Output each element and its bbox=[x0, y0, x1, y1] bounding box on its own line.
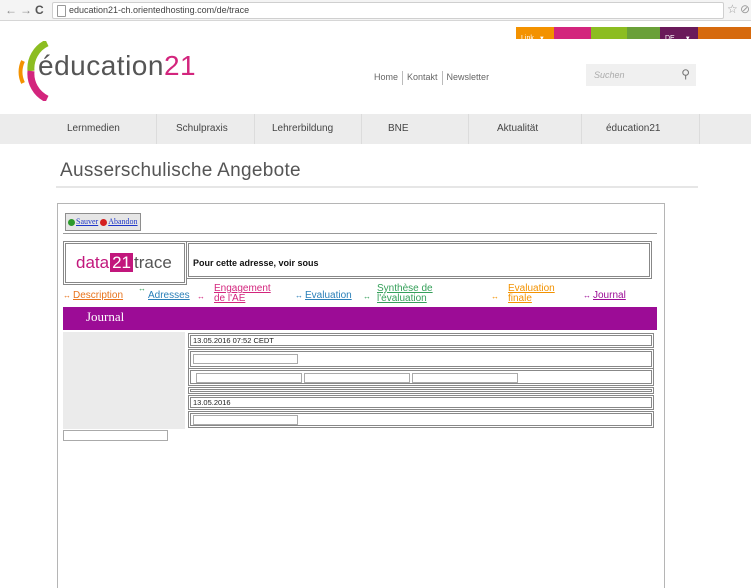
double-arrow-icon: ↔ bbox=[491, 292, 499, 301]
nav-kontakt[interactable]: Kontakt bbox=[403, 72, 442, 82]
menu-item-aktualitaet[interactable]: Aktualität bbox=[497, 123, 538, 134]
data21-logo-box: data 21 trace bbox=[63, 241, 187, 285]
input-row bbox=[188, 349, 654, 369]
menu-icon[interactable]: ⊘ bbox=[740, 2, 750, 16]
browser-toolbar: ← → C education21-ch.orientedhosting.com… bbox=[0, 0, 751, 21]
page-icon bbox=[57, 5, 66, 17]
trace-frame: Sauver Abandon data 21 trace Pour cette ad… bbox=[57, 203, 665, 588]
double-arrow-icon: ↔ bbox=[363, 292, 371, 301]
double-arrow-icon: ↔ bbox=[295, 291, 303, 300]
save-button[interactable]: Sauver bbox=[68, 215, 98, 229]
text-field[interactable] bbox=[196, 373, 302, 383]
tab-adresses[interactable]: ↔Adresses bbox=[138, 284, 190, 301]
color-block bbox=[554, 27, 591, 39]
cancel-label: Abandon bbox=[108, 217, 138, 226]
date-value: 13.05.2016 bbox=[193, 398, 231, 407]
nav-newsletter[interactable]: Newsletter bbox=[443, 72, 494, 82]
text-field[interactable] bbox=[63, 430, 168, 441]
star-icon[interactable]: ☆ bbox=[727, 2, 738, 16]
top-nav: Home Kontakt Newsletter bbox=[370, 71, 493, 85]
main-menu: Lernmedien Schulpraxis Lehrerbildung BNE… bbox=[0, 114, 751, 144]
tab-engagement[interactable]: ↔ Engagement de l'AE bbox=[197, 284, 279, 304]
divider bbox=[56, 186, 698, 188]
color-block bbox=[591, 27, 627, 39]
double-arrow-icon: ↔ bbox=[197, 292, 205, 301]
double-arrow-icon: ↔ bbox=[63, 291, 71, 300]
forward-icon[interactable]: → bbox=[20, 3, 32, 17]
color-block bbox=[627, 27, 660, 39]
address-note: Pour cette adresse, voir sous bbox=[186, 241, 652, 279]
action-buttons: Sauver Abandon bbox=[65, 213, 141, 231]
search-icon[interactable]: ⚲ bbox=[681, 67, 690, 81]
input-row bbox=[188, 411, 654, 428]
page-title: Ausserschulische Angebote bbox=[60, 160, 301, 181]
url-text: education21-ch.orientedhosting.com/de/tr… bbox=[69, 5, 250, 15]
save-label: Sauver bbox=[76, 217, 99, 226]
text-field[interactable] bbox=[193, 415, 298, 425]
reload-icon[interactable]: C bbox=[35, 3, 44, 17]
form-tabs: ↔ Description ↔Adresses ↔ Engagement de l'… bbox=[63, 282, 659, 306]
data21-logo: data 21 trace bbox=[76, 253, 172, 272]
save-icon bbox=[68, 218, 75, 226]
tab-description[interactable]: ↔ Description bbox=[63, 291, 123, 301]
language-label: DE bbox=[665, 35, 675, 42]
double-arrow-icon: ↔ bbox=[138, 284, 146, 293]
tab-evaluation-finale[interactable]: ↔ Evaluation finale bbox=[491, 284, 561, 304]
text-field[interactable] bbox=[193, 354, 298, 364]
link-dropdown[interactable]: Link ▼ bbox=[516, 27, 554, 42]
link-label: Link bbox=[521, 35, 534, 42]
multi-input-row bbox=[188, 368, 654, 386]
menu-item-bne[interactable]: BNE bbox=[388, 123, 409, 134]
search-input[interactable]: Suchen ⚲ bbox=[586, 64, 696, 86]
tab-journal[interactable]: ↔ Journal bbox=[583, 291, 626, 301]
logo-text: éducation bbox=[38, 50, 164, 81]
label-column bbox=[63, 332, 185, 429]
language-dropdown[interactable]: DE ▼ bbox=[660, 27, 698, 42]
double-arrow-icon: ↔ bbox=[583, 291, 591, 300]
search-placeholder: Suchen bbox=[594, 70, 625, 80]
menu-item-education21[interactable]: éducation21 bbox=[606, 123, 661, 134]
cancel-icon bbox=[100, 218, 108, 226]
spacer-row bbox=[188, 387, 654, 394]
divider bbox=[63, 233, 657, 234]
menu-item-schulpraxis[interactable]: Schulpraxis bbox=[176, 123, 228, 134]
tab-synthese[interactable]: ↔ Synthèse de l'évaluation bbox=[363, 284, 463, 304]
text-field[interactable] bbox=[412, 373, 518, 383]
nav-home[interactable]: Home bbox=[370, 72, 402, 82]
timestamp-value: 13.05.2016 07:52 CEDT bbox=[193, 336, 274, 345]
logo[interactable]: éducation21 bbox=[38, 50, 196, 82]
cancel-button[interactable]: Abandon bbox=[100, 215, 138, 229]
tab-evaluation[interactable]: ↔ Evaluation bbox=[295, 291, 352, 301]
color-block bbox=[698, 27, 751, 39]
date-row: 13.05.2016 bbox=[188, 395, 654, 410]
menu-item-lernmedien[interactable]: Lernmedien bbox=[67, 123, 120, 134]
address-bar[interactable]: education21-ch.orientedhosting.com/de/tr… bbox=[52, 2, 724, 19]
section-header: Journal bbox=[63, 307, 657, 330]
text-field[interactable] bbox=[304, 373, 410, 383]
timestamp-row: 13.05.2016 07:52 CEDT bbox=[188, 333, 654, 348]
menu-item-lehrerbildung[interactable]: Lehrerbildung bbox=[272, 123, 333, 134]
logo-number: 21 bbox=[163, 50, 197, 81]
back-icon[interactable]: ← bbox=[5, 3, 17, 17]
